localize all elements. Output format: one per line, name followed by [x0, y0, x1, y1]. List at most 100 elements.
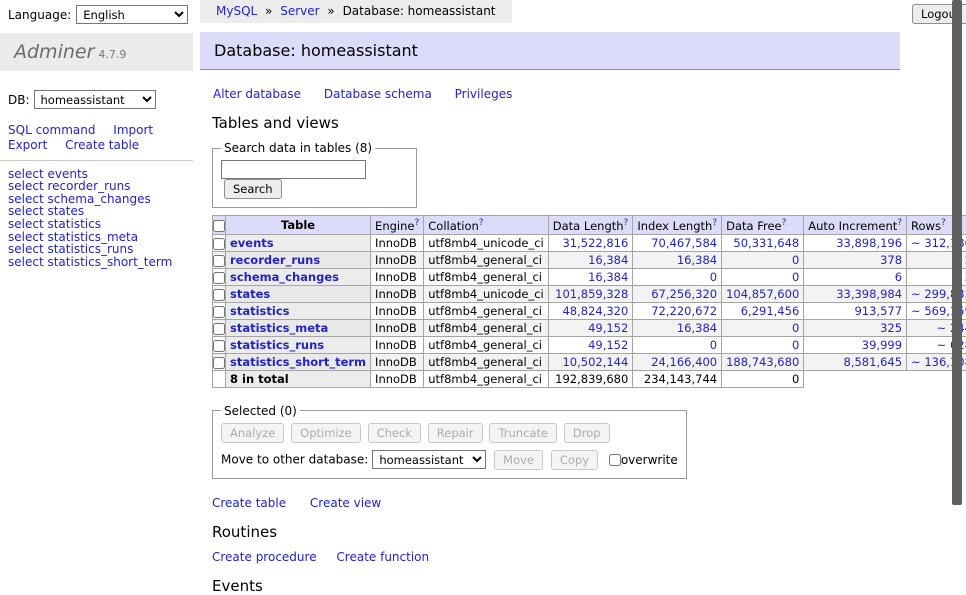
total-engine: InnoDB: [371, 370, 424, 387]
table-name-link[interactable]: statistics_meta: [230, 321, 328, 335]
row-checkbox[interactable]: [213, 340, 225, 352]
data-free-link[interactable]: 0: [726, 270, 799, 284]
index-length-link[interactable]: 72,220,672: [637, 304, 717, 318]
tables-tbody: events InnoDB utf8mb4_unicode_ci 31,522,…: [213, 234, 966, 370]
total-data-free: 0: [722, 370, 804, 387]
data-free-link[interactable]: 50,331,648: [726, 236, 799, 250]
index-length-link[interactable]: 16,384: [637, 321, 717, 335]
column-header-collation: Collation?: [424, 216, 549, 235]
truncate-button[interactable]: Truncate: [489, 423, 557, 443]
row-checkbox[interactable]: [213, 323, 225, 335]
table-name-link[interactable]: statistics: [230, 304, 290, 318]
data-free-link[interactable]: 104,857,600: [726, 287, 799, 301]
section-title-events: Events: [212, 577, 900, 595]
index-length-link[interactable]: 67,256,320: [637, 287, 717, 301]
table-name-link[interactable]: schema_changes: [230, 270, 339, 284]
sidebar-item-select-statistics-runs[interactable]: select statistics_runs: [8, 243, 185, 256]
sidebar-link-import[interactable]: Import: [113, 123, 153, 137]
index-length-link[interactable]: 16,384: [637, 253, 717, 267]
repair-button[interactable]: Repair: [428, 423, 483, 443]
row-checkbox[interactable]: [213, 289, 225, 301]
help-icon[interactable]: ?: [414, 218, 419, 228]
table-row: statistics_short_term InnoDB utf8mb4_gen…: [213, 353, 966, 370]
data-length-link[interactable]: 16,384: [553, 253, 629, 267]
engine-cell: InnoDB: [371, 302, 424, 319]
check-button[interactable]: Check: [368, 423, 421, 443]
create-function-link[interactable]: Create function: [336, 550, 429, 564]
data-length-link[interactable]: 16,384: [553, 270, 629, 284]
database-schema-link[interactable]: Database schema: [324, 87, 432, 101]
table-name-link[interactable]: statistics_short_term: [230, 355, 366, 369]
sidebar-item-select-statistics-short-term[interactable]: select statistics_short_term: [8, 256, 185, 269]
create-table-link[interactable]: Create table: [212, 496, 286, 510]
help-icon[interactable]: ?: [624, 218, 629, 228]
row-checkbox[interactable]: [213, 255, 225, 267]
copy-button[interactable]: Copy: [551, 450, 598, 470]
db-select[interactable]: homeassistant: [34, 90, 156, 109]
overwrite-checkbox[interactable]: [609, 454, 621, 466]
data-length-link[interactable]: 101,859,328: [553, 287, 629, 301]
row-checkbox[interactable]: [213, 357, 225, 369]
table-name-link[interactable]: statistics_runs: [230, 338, 324, 352]
alter-database-link[interactable]: Alter database: [213, 87, 301, 101]
create-view-link[interactable]: Create view: [310, 496, 381, 510]
sidebar-item-select-recorder-runs[interactable]: select recorder_runs: [8, 180, 185, 193]
data-length-link[interactable]: 49,152: [553, 321, 629, 335]
data-free-link[interactable]: 0: [726, 338, 799, 352]
row-checkbox[interactable]: [213, 238, 225, 250]
index-length-link[interactable]: 0: [637, 338, 717, 352]
data-length-link[interactable]: 49,152: [553, 338, 629, 352]
index-length-link[interactable]: 0: [637, 270, 717, 284]
privileges-link[interactable]: Privileges: [455, 87, 513, 101]
auto-increment-link[interactable]: 39,999: [808, 338, 902, 352]
select-all-checkbox[interactable]: [213, 220, 225, 232]
auto-increment-link[interactable]: 8,581,645: [808, 355, 902, 369]
sidebar-link-sql-command[interactable]: SQL command: [8, 123, 95, 137]
help-icon[interactable]: ?: [712, 218, 717, 228]
vertical-scrollbar-thumb[interactable]: [952, 0, 962, 505]
auto-increment-link[interactable]: 325: [808, 321, 902, 335]
index-length-link[interactable]: 24,166,400: [637, 355, 717, 369]
auto-increment-link[interactable]: 33,898,196: [808, 236, 902, 250]
row-checkbox[interactable]: [213, 306, 225, 318]
data-free-link[interactable]: 6,291,456: [726, 304, 799, 318]
table-name-link[interactable]: recorder_runs: [230, 253, 320, 267]
move-button[interactable]: Move: [494, 450, 543, 470]
sidebar-link-create-table[interactable]: Create table: [65, 138, 139, 152]
index-length-link[interactable]: 70,467,584: [637, 236, 717, 250]
auto-increment-link[interactable]: 33,398,984: [808, 287, 902, 301]
optimize-button[interactable]: Optimize: [291, 423, 361, 443]
help-icon[interactable]: ?: [479, 218, 484, 228]
auto-increment-link[interactable]: 378: [808, 253, 902, 267]
total-collation: utf8mb4_general_ci: [424, 370, 549, 387]
app-name: Adminer: [14, 41, 94, 63]
help-icon[interactable]: ?: [941, 218, 946, 228]
breadcrumb-link-mysql[interactable]: MySQL: [216, 4, 257, 18]
search-button[interactable]: Search: [224, 179, 282, 199]
data-free-link[interactable]: 188,743,680: [726, 355, 799, 369]
row-checkbox[interactable]: [213, 272, 225, 284]
search-legend: Search data in tables (8): [221, 141, 375, 155]
drop-button[interactable]: Drop: [564, 423, 610, 443]
data-free-link[interactable]: 0: [726, 321, 799, 335]
data-length-link[interactable]: 31,522,816: [553, 236, 629, 250]
data-length-link[interactable]: 10,502,144: [553, 355, 629, 369]
total-label: 8 in total: [226, 370, 371, 387]
sidebar-link-export[interactable]: Export: [8, 138, 47, 152]
breadcrumb-link-server[interactable]: Server: [280, 4, 319, 18]
table-name-link[interactable]: states: [230, 287, 270, 301]
sidebar-item-select-statistics[interactable]: select statistics: [8, 218, 185, 231]
analyze-button[interactable]: Analyze: [221, 423, 284, 443]
data-length-link[interactable]: 48,824,320: [553, 304, 629, 318]
table-name-link[interactable]: events: [230, 236, 274, 250]
data-free-link[interactable]: 0: [726, 253, 799, 267]
help-icon[interactable]: ?: [897, 218, 902, 228]
move-database-select[interactable]: homeassistant: [372, 450, 486, 469]
create-procedure-link[interactable]: Create procedure: [212, 550, 317, 564]
auto-increment-link[interactable]: 913,577: [808, 304, 902, 318]
search-input[interactable]: [221, 160, 366, 179]
language-select[interactable]: English: [76, 5, 188, 24]
auto-increment-link[interactable]: 6: [808, 270, 902, 284]
search-fieldset: Search data in tables (8) Search: [212, 141, 417, 208]
help-icon[interactable]: ?: [782, 218, 787, 228]
